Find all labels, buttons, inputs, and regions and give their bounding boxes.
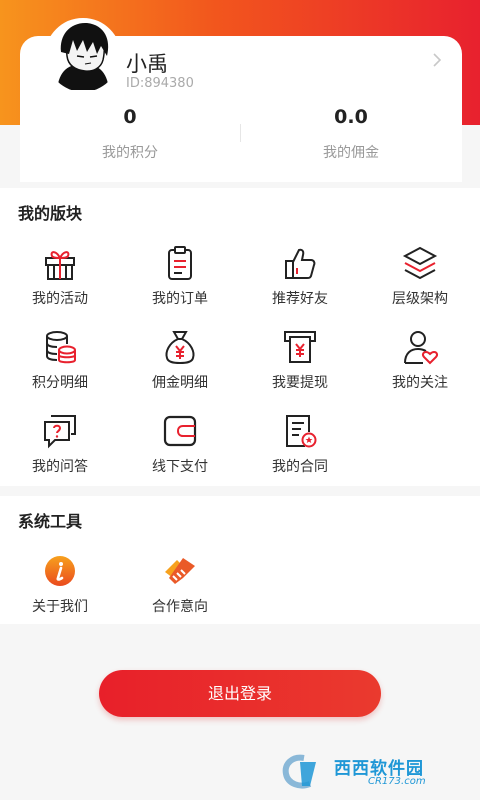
- section-title: 系统工具: [18, 512, 83, 531]
- grid-item-orders[interactable]: 我的订单: [120, 244, 240, 308]
- grid-item-label: 合作意向: [152, 599, 208, 615]
- profile-card[interactable]: 小禹 ID:894380 0 我的积分 0.0 我的佣金: [20, 18, 462, 182]
- contract-icon: [286, 415, 317, 448]
- grid-item-label: 我的合同: [272, 459, 328, 475]
- grid-item-points-detail[interactable]: 积分明细: [0, 328, 120, 392]
- grid-item-commission-detail[interactable]: 佣金明细: [120, 328, 240, 392]
- money-bag-icon: [165, 331, 195, 365]
- commission-value: 0.0: [334, 106, 368, 128]
- commission-label: 我的佣金: [323, 145, 379, 161]
- grid-item-label: 佣金明细: [152, 375, 208, 391]
- user-id: ID:894380: [126, 76, 194, 91]
- watermark-icon: [282, 754, 316, 789]
- watermark-subtext: CR173.com: [368, 776, 426, 787]
- user-name: 小禹: [126, 52, 168, 76]
- grid-item-label: 线下支付: [152, 459, 208, 475]
- grid-item-hierarchy[interactable]: 层级架构: [360, 244, 480, 308]
- grid-item-label: 推荐好友: [272, 291, 328, 307]
- thumbs-up-icon: [285, 248, 316, 279]
- grid-item-label: 我的关注: [392, 375, 448, 391]
- grid-item-recommend[interactable]: 推荐好友: [240, 244, 360, 308]
- avatar[interactable]: [45, 18, 121, 94]
- logout-button[interactable]: 退出登录: [99, 670, 381, 717]
- grid-item-cooperation[interactable]: 合作意向: [120, 552, 240, 616]
- grid-item-label: 积分明细: [32, 375, 88, 391]
- watermark-logo: 西西软件园 CR173.com: [280, 752, 464, 792]
- handshake-icon: [165, 558, 195, 584]
- user-heart-icon: [404, 331, 439, 365]
- grid-item-following[interactable]: 我的关注: [360, 328, 480, 392]
- grid-item-label: 我的问答: [32, 459, 88, 475]
- grid-item-contract[interactable]: 我的合同: [240, 412, 360, 476]
- grid-item-label: 我的订单: [152, 291, 208, 307]
- grid-item-offline-pay[interactable]: 线下支付: [120, 412, 240, 476]
- points-label: 我的积分: [102, 145, 158, 161]
- withdraw-icon: [284, 331, 316, 363]
- grid-item-about[interactable]: 关于我们: [0, 552, 120, 616]
- tools-section: 系统工具 关于我们 合作意向: [0, 496, 480, 624]
- grid-item-label: 我的活动: [32, 291, 88, 307]
- grid-item-label: 层级架构: [392, 291, 448, 307]
- grid-item-label: 我要提现: [272, 375, 328, 391]
- grid-item-qa[interactable]: 我的问答: [0, 412, 120, 476]
- gift-icon: [45, 251, 75, 280]
- layers-icon: [402, 246, 438, 280]
- points-value: 0: [123, 106, 137, 128]
- grid-item-withdraw[interactable]: 我要提现: [240, 328, 360, 392]
- clipboard-icon: [168, 246, 192, 280]
- section-title: 我的版块: [18, 204, 83, 223]
- points-stat[interactable]: 0 我的积分: [20, 106, 240, 162]
- coins-stack-icon: [46, 331, 76, 364]
- commission-stat[interactable]: 0.0 我的佣金: [241, 106, 461, 162]
- info-icon: [45, 556, 75, 586]
- question-chat-icon: [44, 415, 76, 449]
- my-section: 我的版块 我的活动 我的订单 推荐好友 层级架构 积分明细 佣金明细 我要提现 …: [0, 188, 480, 486]
- grid-item-activity[interactable]: 我的活动: [0, 244, 120, 308]
- wallet-icon: [163, 415, 197, 447]
- grid-item-label: 关于我们: [32, 599, 88, 615]
- chevron-right-icon[interactable]: [430, 50, 444, 70]
